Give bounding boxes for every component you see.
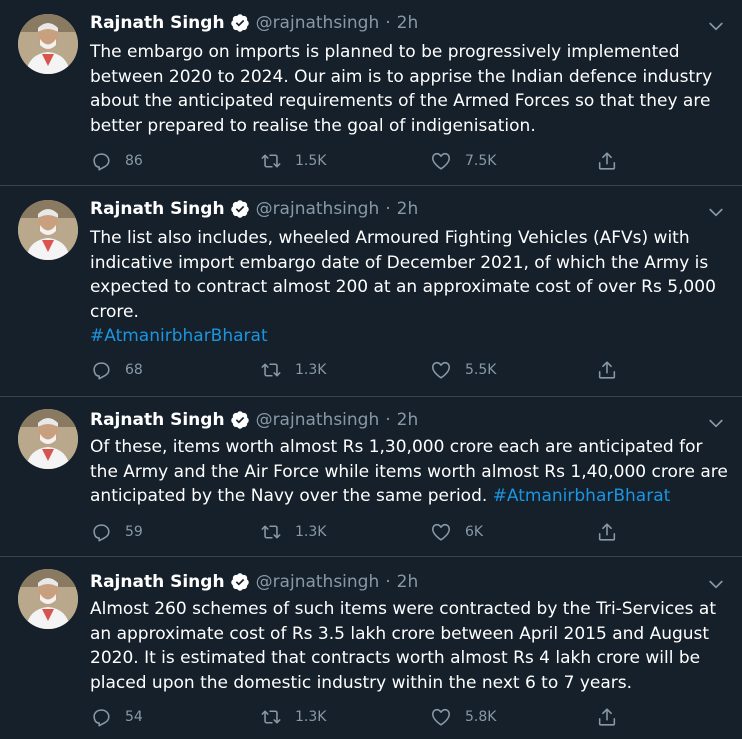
hashtag-link[interactable]: #AtmanirbharBharat — [493, 486, 671, 506]
retweet-button[interactable]: 1.3K — [260, 359, 326, 381]
retweet-icon — [261, 710, 281, 724]
like-count: 5.8K — [465, 709, 497, 725]
chevron-down-icon[interactable] — [706, 202, 726, 222]
share-icon — [598, 523, 616, 541]
tweet-text: Of these, items worth almost Rs 1,30,000… — [90, 435, 730, 509]
avatar[interactable] — [18, 409, 78, 469]
chevron-down-icon[interactable] — [706, 413, 726, 433]
like-button[interactable]: 7.5K — [430, 150, 496, 172]
retweet-icon — [261, 363, 281, 377]
chevron-down-icon[interactable] — [706, 574, 726, 594]
share-icon — [598, 152, 616, 170]
timestamp[interactable]: 2h — [397, 12, 419, 34]
reply-icon — [93, 709, 110, 727]
author-handle[interactable]: @rajnathsingh — [256, 198, 380, 220]
author-name[interactable]: Rajnath Singh — [90, 409, 225, 431]
retweet-count: 1.3K — [295, 524, 327, 540]
tweet-text: The embargo on imports is planned to be … — [90, 40, 730, 138]
author-handle[interactable]: @rajnathsingh — [256, 12, 380, 34]
heart-icon — [431, 523, 451, 541]
retweet-button[interactable]: 1.3K — [260, 706, 326, 728]
share-button[interactable] — [596, 706, 618, 728]
action-bar: 86 1.5K 7.5K — [90, 150, 650, 174]
retweet-count: 1.3K — [295, 709, 327, 725]
timestamp[interactable]: 2h — [397, 409, 419, 431]
share-icon — [598, 361, 616, 379]
like-button[interactable]: 6K — [430, 521, 483, 543]
separator: · — [385, 13, 391, 33]
action-bar: 68 1.3K 5.5K — [90, 359, 650, 383]
like-count: 6K — [465, 524, 484, 540]
heart-icon — [431, 708, 451, 726]
like-count: 7.5K — [465, 153, 497, 169]
tweet-text: The list also includes, wheeled Armoured… — [90, 226, 730, 349]
tweet-body: Almost 260 schemes of such items were co… — [90, 599, 716, 693]
retweet-count: 1.5K — [295, 153, 327, 169]
hashtag-link[interactable]: #AtmanirbharBharat — [90, 326, 268, 346]
author-name[interactable]: Rajnath Singh — [90, 571, 225, 593]
like-count: 5.5K — [465, 362, 497, 378]
author-name[interactable]: Rajnath Singh — [90, 198, 225, 220]
share-button[interactable] — [596, 359, 618, 381]
tweet[interactable]: Rajnath Singh @rajnathsingh · 2h Of thes… — [0, 397, 742, 557]
retweet-button[interactable]: 1.3K — [260, 521, 326, 543]
action-bar: 54 1.3K 5.8K — [90, 706, 650, 730]
tweet[interactable]: Rajnath Singh @rajnathsingh · 2h The lis… — [0, 186, 742, 397]
author-handle[interactable]: @rajnathsingh — [256, 409, 380, 431]
separator: · — [385, 572, 391, 592]
heart-icon — [431, 361, 451, 379]
tweet-text: Almost 260 schemes of such items were co… — [90, 597, 730, 695]
action-bar: 59 1.3K 6K — [90, 521, 650, 545]
reply-count: 68 — [125, 362, 143, 378]
like-button[interactable]: 5.8K — [430, 706, 496, 728]
reply-count: 54 — [125, 709, 143, 725]
share-icon — [598, 708, 616, 726]
retweet-count: 1.3K — [295, 362, 327, 378]
tweet-body: The list also includes, wheeled Armoured… — [90, 228, 716, 322]
separator: · — [385, 199, 391, 219]
retweet-icon — [261, 525, 281, 539]
verified-badge-icon — [230, 14, 249, 32]
share-button[interactable] — [596, 521, 618, 543]
verified-badge-icon — [230, 411, 249, 429]
timestamp[interactable]: 2h — [397, 571, 419, 593]
reply-count: 59 — [125, 524, 143, 540]
reply-icon — [93, 524, 110, 542]
share-button[interactable] — [596, 150, 618, 172]
reply-icon — [93, 362, 110, 380]
avatar[interactable] — [18, 569, 78, 629]
retweet-icon — [261, 154, 281, 168]
retweet-button[interactable]: 1.5K — [260, 150, 326, 172]
heart-icon — [431, 152, 451, 170]
tweet[interactable]: Rajnath Singh @rajnathsingh · 2h The emb… — [0, 0, 742, 186]
reply-button[interactable]: 68 — [90, 359, 143, 381]
separator: · — [385, 410, 391, 430]
verified-badge-icon — [230, 573, 249, 591]
reply-icon — [93, 153, 110, 171]
chevron-down-icon[interactable] — [706, 16, 726, 36]
author-name[interactable]: Rajnath Singh — [90, 12, 225, 34]
reply-count: 86 — [125, 153, 143, 169]
tweet-body: The embargo on imports is planned to be … — [90, 42, 713, 136]
avatar[interactable] — [18, 200, 78, 260]
reply-button[interactable]: 86 — [90, 150, 143, 172]
timestamp[interactable]: 2h — [397, 198, 419, 220]
like-button[interactable]: 5.5K — [430, 359, 496, 381]
avatar[interactable] — [18, 14, 78, 74]
reply-button[interactable]: 59 — [90, 521, 143, 543]
verified-badge-icon — [230, 200, 249, 218]
reply-button[interactable]: 54 — [90, 706, 143, 728]
author-handle[interactable]: @rajnathsingh — [256, 571, 380, 593]
tweet[interactable]: Rajnath Singh @rajnathsingh · 2h Almost … — [0, 557, 742, 739]
